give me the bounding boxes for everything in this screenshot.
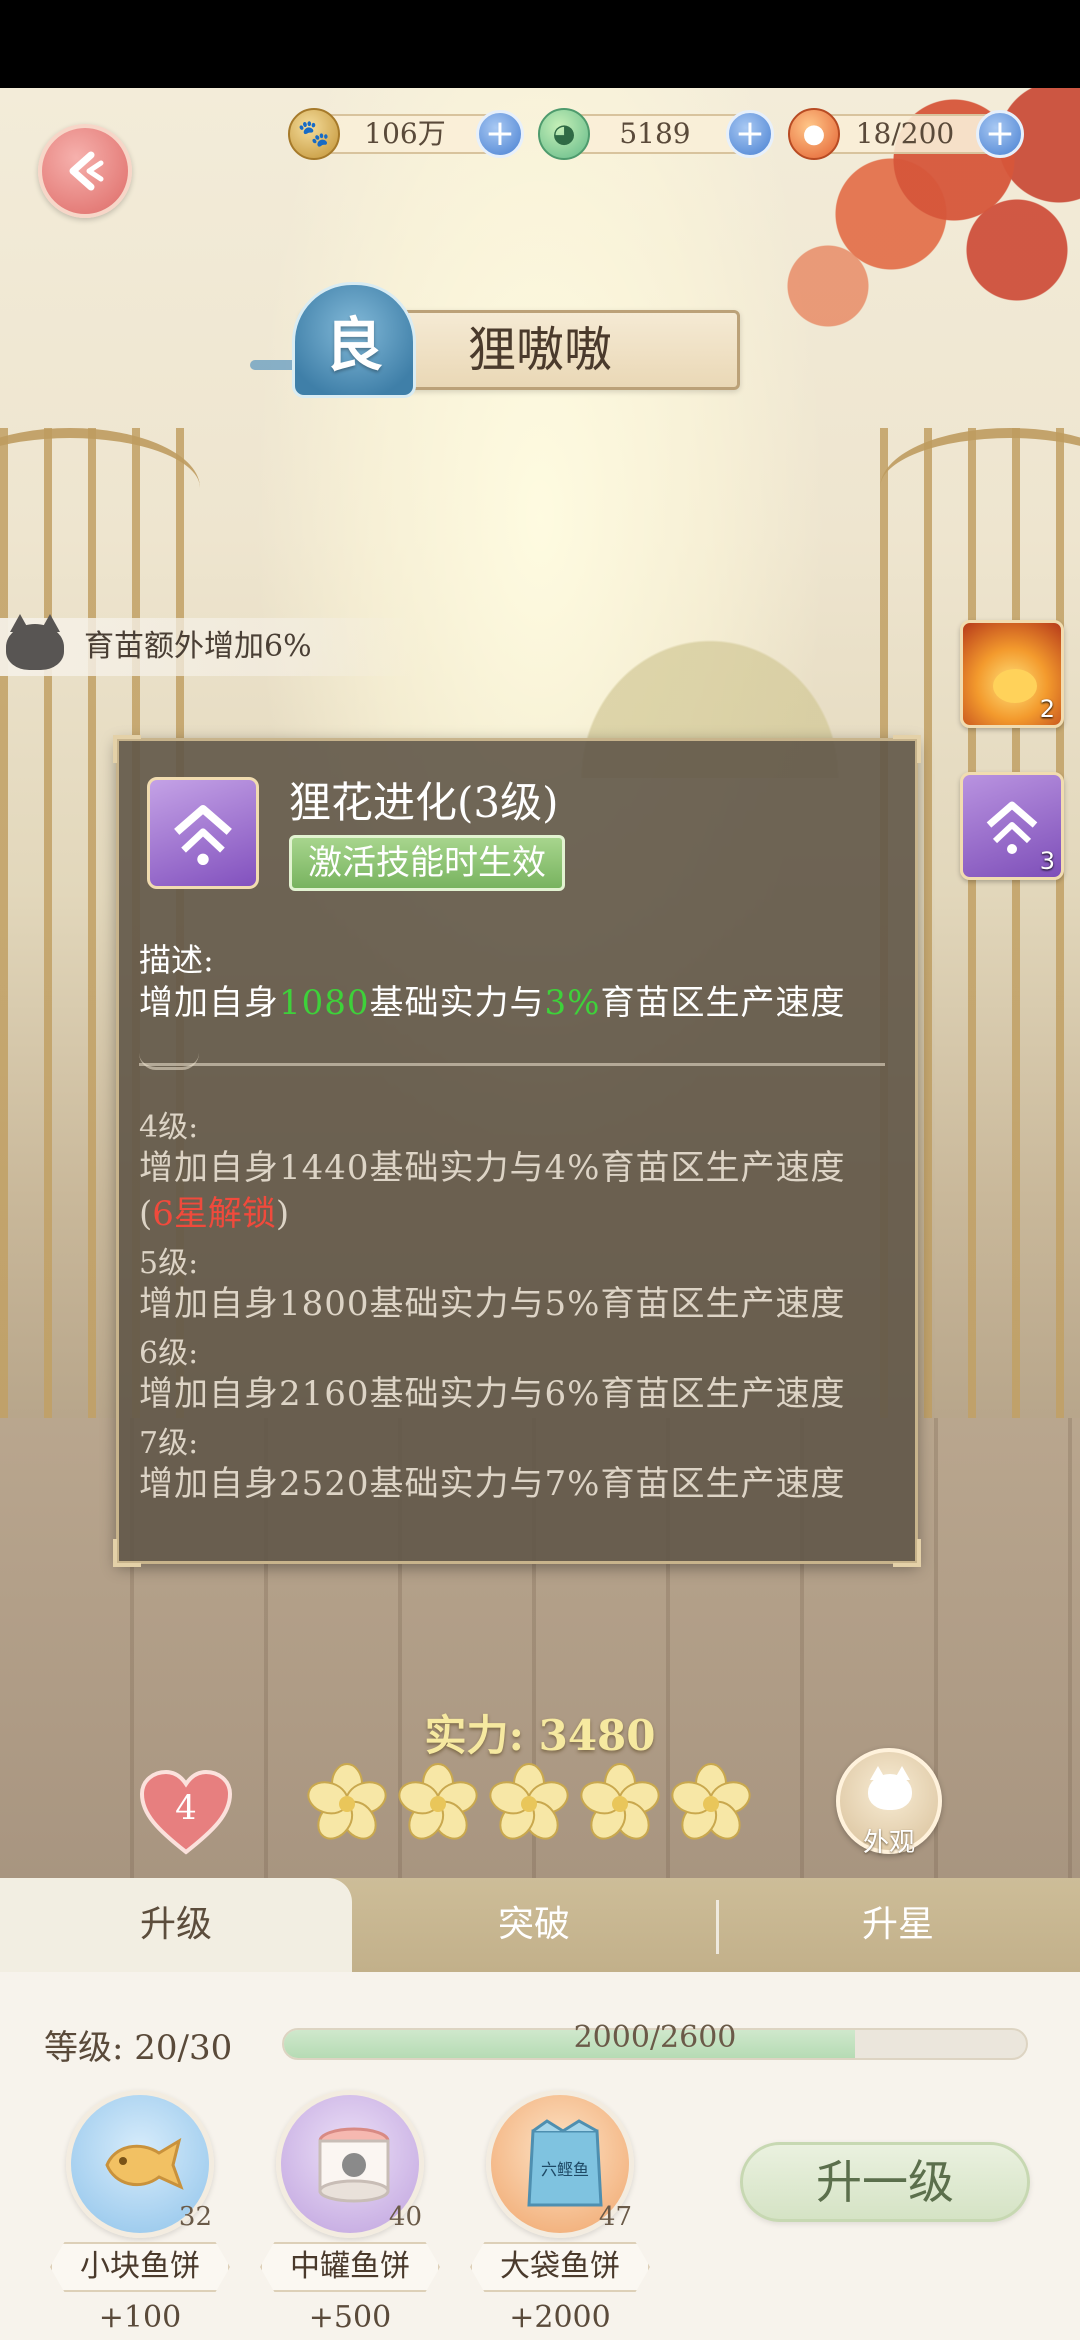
food-item-large[interactable]: 六鲣鱼 47 大袋鱼饼 +2000	[460, 2090, 660, 2340]
skill-level-item: 7级: 增加自身2520基础实力与7%育苗区生产速度	[139, 1427, 895, 1507]
panel-corner	[893, 1539, 921, 1567]
item-bonus: +500	[308, 2300, 392, 2335]
item-count: 40	[388, 2202, 422, 2232]
add-fish-button[interactable]: +	[726, 110, 774, 158]
fire-spirit-icon	[993, 669, 1037, 703]
tab-upgrade[interactable]: 升级	[0, 1878, 352, 1972]
chevron-up-icon	[174, 805, 232, 865]
item-bonus: +100	[98, 2300, 182, 2335]
food-item-medium[interactable]: 40 中罐鱼饼 +500	[250, 2090, 450, 2340]
skill-level-list: 4级: 增加自身1440基础实力与4%育苗区生产速度 (6星解锁) 5级: 增加…	[139, 1111, 895, 1517]
skill-slot-level: 2	[1039, 695, 1055, 723]
skill-slot-evolve[interactable]: 3	[960, 772, 1064, 880]
skill-title: 狸花进化(3级)	[289, 778, 559, 827]
status-bar	[0, 0, 1080, 88]
chevron-up-icon	[986, 801, 1038, 854]
flower-star-icon	[489, 1763, 569, 1840]
panel-corner	[113, 1539, 141, 1567]
level-name: 4级:	[139, 1110, 199, 1145]
desc-power-value: 1080	[279, 983, 370, 1023]
food-item-small[interactable]: 32 小块鱼饼 +100	[40, 2090, 240, 2340]
food-value: 18/200	[855, 117, 955, 150]
flower-star-icon	[671, 1763, 751, 1840]
item-name: 大袋鱼饼	[470, 2242, 650, 2292]
level-description: 增加自身1800基础实力与5%育苗区生产速度	[139, 1284, 846, 1324]
item-name: 小块鱼饼	[50, 2242, 230, 2292]
fish-counter: ◕ 5189 +	[538, 108, 774, 160]
skill-level-item: 5级: 增加自身1800基础实力与5%育苗区生产速度	[139, 1247, 895, 1327]
coin-value: 106万	[364, 117, 446, 150]
panel-corner	[113, 735, 141, 763]
desc-part: 基础实力与	[369, 983, 545, 1023]
unlock-star-text: 6星解锁	[152, 1194, 276, 1234]
item-count: 32	[178, 2202, 212, 2232]
back-arrow-icon	[69, 151, 104, 191]
skill-description: 增加自身1080基础实力与3%育苗区生产速度	[139, 975, 845, 1024]
coin-counter: 🐾 106万 +	[288, 108, 524, 160]
affection-heart[interactable]: 4	[138, 1768, 234, 1856]
buff-text: 育苗额外增加6%	[84, 629, 312, 664]
skill-level-item: 4级: 增加自身1440基础实力与4%育苗区生产速度 (6星解锁)	[139, 1111, 895, 1237]
level-description: 增加自身2520基础实力与7%育苗区生产速度	[139, 1464, 846, 1504]
paw-coin-icon: 🐾	[288, 108, 340, 160]
skill-slot-fire[interactable]: 2	[960, 620, 1064, 728]
cat-head-icon	[868, 1766, 912, 1810]
skill-icon	[147, 777, 259, 889]
appearance-label: 外观	[862, 1828, 915, 1858]
item-name: 中罐鱼饼	[260, 2242, 440, 2292]
fish-cake-icon	[105, 2137, 184, 2190]
desc-part: 育苗区生产速度	[600, 983, 846, 1023]
fish-currency-icon: ◕	[538, 108, 590, 160]
divider	[139, 1063, 885, 1070]
heart-count: 4	[175, 1788, 197, 1828]
tab-breakthrough[interactable]: 突破	[352, 1878, 716, 1972]
level-name: 7级:	[139, 1426, 199, 1461]
upgrade-panel: 升级 突破 升星 等级: 20/30 2000/2600 32 小块鱼饼 +10…	[0, 1878, 1080, 2340]
food-counter: ● 18/200 +	[788, 108, 1024, 160]
level-name: 5级:	[139, 1246, 199, 1281]
level-label: 等级: 20/30	[44, 2028, 233, 2068]
appearance-button[interactable]: 外观	[836, 1748, 942, 1858]
level-name: 6级:	[139, 1336, 199, 1371]
skill-detail-panel: 狸花进化(3级) 激活技能时生效 描述: 增加自身1080基础实力与3%育苗区生…	[113, 735, 921, 1567]
power-value: 实力: 3480	[424, 1711, 656, 1760]
fish-bag-icon: 六鲣鱼	[527, 2119, 603, 2207]
item-bonus: +2000	[509, 2300, 611, 2335]
desc-speed-value: 3%	[544, 983, 601, 1023]
rarity-badge: 良	[292, 282, 416, 398]
back-button[interactable]	[38, 124, 132, 218]
food-bowl-icon: ●	[788, 108, 840, 160]
flower-star-icon	[398, 1763, 478, 1840]
fish-value: 5189	[619, 117, 691, 150]
level-description: 增加自身1440基础实力与4%育苗区生产速度	[139, 1148, 846, 1188]
panel-corner	[893, 735, 921, 763]
flower-star-icon	[307, 1763, 387, 1840]
unlock-requirement: (6星解锁)	[139, 1194, 290, 1234]
item-count: 47	[598, 2202, 632, 2232]
skill-slot-level: 3	[1039, 847, 1055, 875]
add-food-button[interactable]: +	[976, 110, 1024, 158]
skill-activation-tag: 激活技能时生效	[289, 835, 565, 891]
rarity-label: 良	[324, 311, 383, 379]
xp-text: 2000/2600	[573, 2020, 737, 2055]
flower-star-icon	[580, 1763, 660, 1840]
upgrade-one-level-button[interactable]: 升一级	[740, 2142, 1030, 2222]
star-rating	[306, 1762, 756, 1852]
level-description: 增加自身2160基础实力与6%育苗区生产速度	[139, 1374, 846, 1414]
tab-bar: 升级 突破 升星	[0, 1878, 1080, 1972]
tab-star-up[interactable]: 升星	[716, 1878, 1080, 1972]
skill-level-item: 6级: 增加自身2160基础实力与6%育苗区生产速度	[139, 1337, 895, 1417]
buff-indicator: 育苗额外增加6%	[0, 614, 420, 676]
fish-can-icon	[318, 2127, 390, 2203]
desc-part: 增加自身	[139, 983, 279, 1023]
add-coins-button[interactable]: +	[476, 110, 524, 158]
pet-name: 狸嗷嗷	[467, 322, 612, 378]
bag-label: 六鲣鱼	[541, 2160, 589, 2179]
cat-head-icon	[6, 614, 64, 670]
